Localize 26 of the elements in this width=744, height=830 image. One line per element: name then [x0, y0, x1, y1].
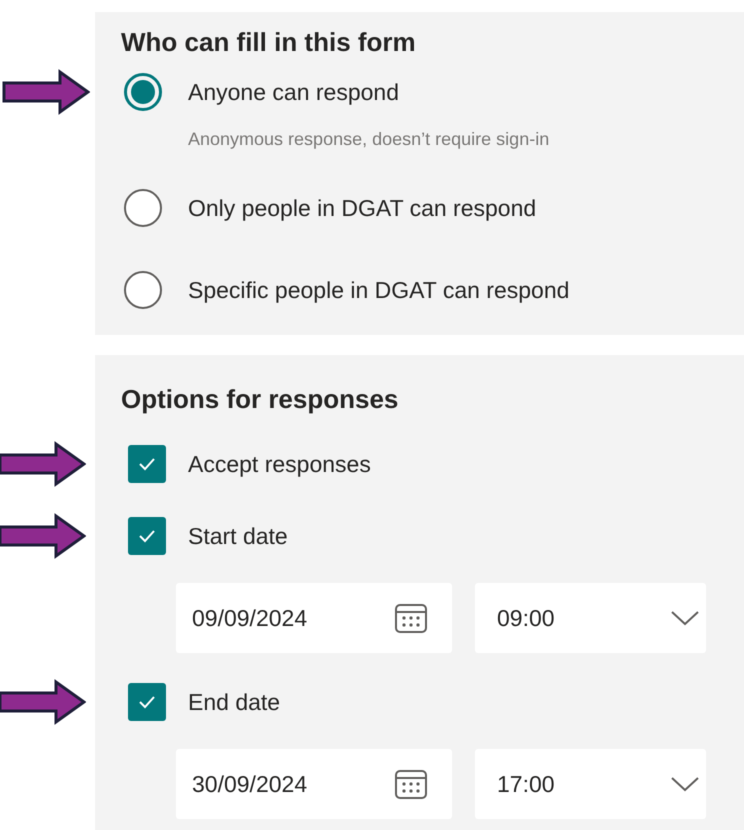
date-field[interactable]: 30/09/2024: [176, 749, 452, 819]
radio-button[interactable]: [124, 189, 162, 227]
time-dropdown[interactable]: 09:00: [475, 583, 706, 653]
check-icon: [138, 457, 156, 471]
checkbox-label: Accept responses: [188, 450, 371, 479]
date-field[interactable]: 09/09/2024: [176, 583, 452, 653]
option-label: Only people in DGAT can respond: [188, 194, 536, 223]
option-label: Anyone can respond: [188, 78, 399, 107]
checkbox-label: Start date: [188, 522, 288, 551]
calendar-icon[interactable]: [394, 602, 428, 634]
radio-button[interactable]: [124, 73, 162, 111]
option-label: Specific people in DGAT can respond: [188, 276, 570, 305]
check-icon: [138, 529, 156, 543]
checkbox[interactable]: [128, 517, 166, 555]
check-icon: [138, 695, 156, 709]
checkbox[interactable]: [128, 445, 166, 483]
time-dropdown[interactable]: 17:00: [475, 749, 706, 819]
section-title: Who can fill in this form: [121, 26, 417, 59]
checkbox-label: End date: [188, 688, 280, 717]
checkbox[interactable]: [128, 683, 166, 721]
calendar-icon[interactable]: [394, 768, 428, 800]
option-description: Anonymous response, doesn’t require sign-in: [188, 128, 550, 151]
chevron-down-icon: [670, 610, 700, 626]
chevron-down-icon: [670, 776, 700, 792]
section-title: Options for responses: [121, 383, 400, 416]
radio-button[interactable]: [124, 271, 162, 309]
